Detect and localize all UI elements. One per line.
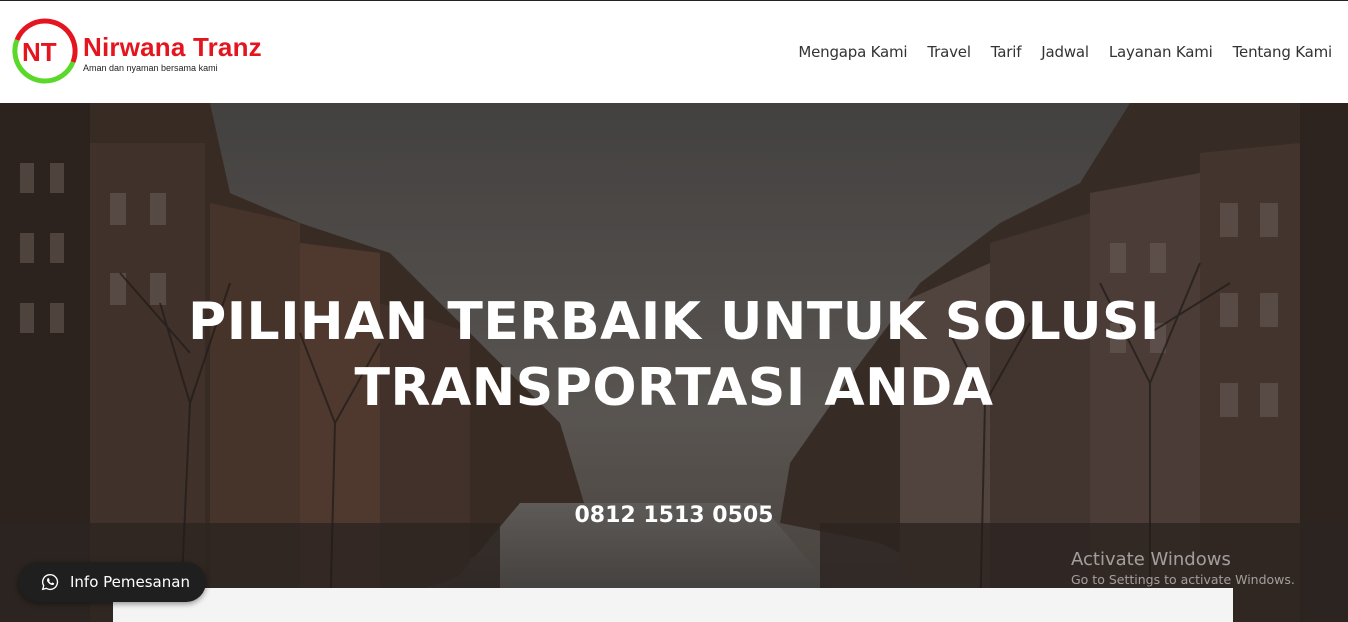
site-header: NT Nirwana Tranz Aman dan nyaman bersama… bbox=[0, 1, 1348, 103]
hero-title-line-2: TRANSPORTASI ANDA bbox=[354, 358, 994, 418]
hero-title-line-1: PILIHAN TERBAIK UNTUK SOLUSI bbox=[188, 292, 1160, 352]
content-panel-top bbox=[113, 588, 1233, 622]
watermark-subtitle: Go to Settings to activate Windows. bbox=[1071, 572, 1295, 587]
main-nav: Mengapa Kami Travel Tarif Jadwal Layanan… bbox=[778, 43, 1332, 61]
logo-letters: NT bbox=[22, 37, 57, 67]
hero-title: PILIHAN TERBAIK UNTUK SOLUSI TRANSPORTAS… bbox=[0, 289, 1348, 421]
hero-phone-number[interactable]: 0812 1513 0505 bbox=[0, 503, 1348, 528]
nav-item-travel[interactable]: Travel bbox=[927, 43, 971, 61]
watermark-title: Activate Windows bbox=[1071, 549, 1231, 570]
whatsapp-icon bbox=[41, 573, 59, 591]
hero-section: PILIHAN TERBAIK UNTUK SOLUSI TRANSPORTAS… bbox=[0, 103, 1348, 622]
whatsapp-button-label: Info Pemesanan bbox=[70, 573, 190, 591]
site-logo[interactable]: NT Nirwana Tranz Aman dan nyaman bersama… bbox=[12, 18, 312, 88]
logo-mark-icon: NT bbox=[12, 18, 78, 84]
whatsapp-order-button[interactable]: Info Pemesanan bbox=[18, 562, 206, 602]
brand-tagline: Aman dan nyaman bersama kami bbox=[83, 63, 218, 73]
os-activation-watermark: Activate Windows Go to Settings to activ… bbox=[1071, 549, 1295, 587]
nav-item-jadwal[interactable]: Jadwal bbox=[1041, 43, 1089, 61]
brand-name: Nirwana Tranz bbox=[83, 32, 262, 62]
nav-item-mengapa-kami[interactable]: Mengapa Kami bbox=[798, 43, 907, 61]
nav-item-layanan-kami[interactable]: Layanan Kami bbox=[1109, 43, 1213, 61]
nav-item-tentang-kami[interactable]: Tentang Kami bbox=[1233, 43, 1333, 61]
nav-item-tarif[interactable]: Tarif bbox=[991, 43, 1022, 61]
